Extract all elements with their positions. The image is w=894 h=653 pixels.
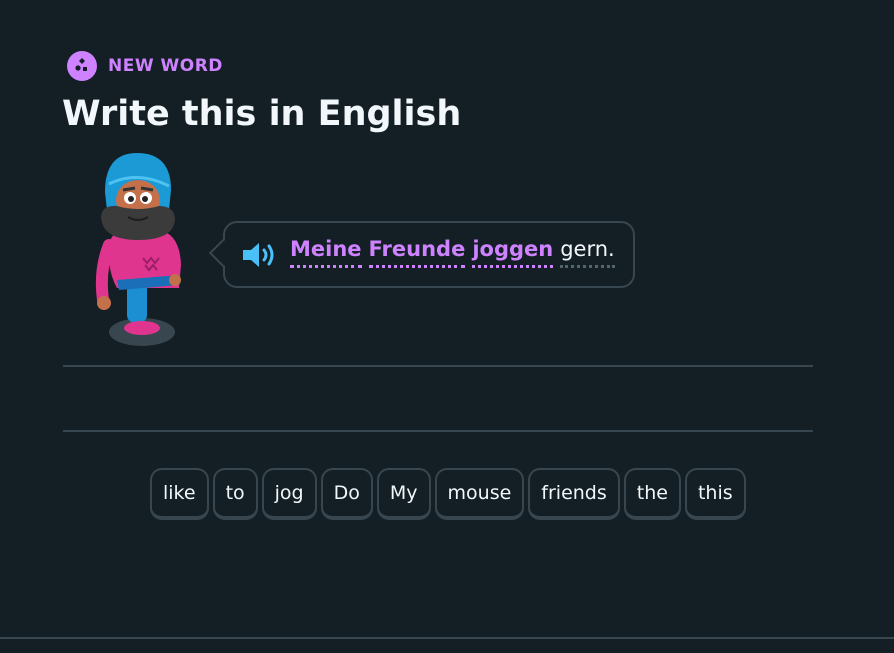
word-tile[interactable]: this	[684, 468, 746, 520]
puzzle-icon	[67, 51, 97, 81]
character-illustration	[95, 150, 190, 350]
page-title: Write this in English	[62, 94, 462, 134]
word-tile[interactable]: friends	[528, 468, 620, 520]
word-tile[interactable]: like	[150, 468, 209, 520]
word-tile[interactable]: the	[623, 468, 681, 520]
answer-line	[63, 430, 813, 432]
speaker-icon[interactable]	[241, 240, 277, 270]
word-bank: like to jog Do My mouse friends the this	[150, 468, 746, 520]
new-word-badge: NEW WORD	[67, 51, 223, 81]
word-tile[interactable]: to	[212, 468, 258, 520]
speech-bubble: Meine Freunde joggen gern.	[208, 221, 635, 288]
prompt-word[interactable]: gern.	[560, 237, 615, 268]
answer-line	[63, 365, 813, 367]
word-tile[interactable]: jog	[261, 468, 317, 520]
word-tile[interactable]: My	[376, 468, 431, 520]
badge-label: NEW WORD	[108, 56, 223, 76]
word-tile[interactable]: Do	[320, 468, 373, 520]
footer-divider	[0, 637, 894, 639]
speech-bubble-tail	[208, 238, 238, 268]
prompt-word[interactable]: Freunde	[368, 237, 466, 268]
lesson-page: NEW WORD Write this in English Meine Fre…	[0, 0, 894, 653]
word-tile[interactable]: mouse	[434, 468, 525, 520]
prompt-word[interactable]: Meine	[290, 237, 362, 268]
prompt-word[interactable]: joggen	[472, 237, 554, 268]
prompt-sentence: Meine Freunde joggen gern.	[290, 237, 615, 268]
